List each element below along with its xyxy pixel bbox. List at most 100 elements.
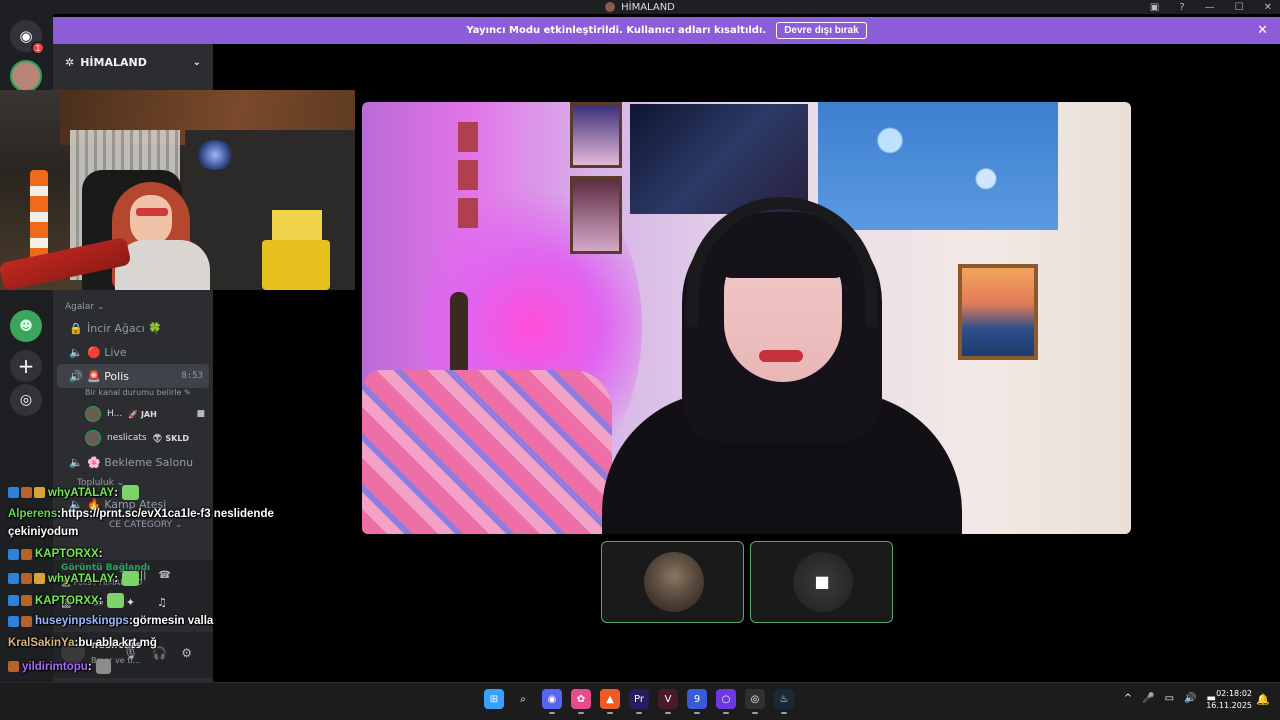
category-agalar[interactable]: Agalar ⌄ (53, 298, 213, 316)
explore-button[interactable]: ◎ (10, 384, 42, 416)
channel-label: 🚨 Polis (87, 369, 130, 383)
microphone-tray-icon[interactable]: 🎤 (1142, 693, 1154, 704)
camera-icon: ■ (196, 409, 205, 419)
app-blue-icon: 9 (693, 693, 701, 705)
channel-bekleme-salonu[interactable]: 🔈 🌸 Bekleme Salonu (57, 450, 209, 474)
taskbar-apps: ⊞ ⌕ ◉ ✿ ▲ Pr V 9 ○ ◎ ♨ (484, 689, 794, 714)
clock[interactable]: 02:18:02 16.11.2025 (1206, 688, 1252, 712)
chat-badges (8, 615, 32, 627)
voice-member[interactable]: neslicats 👽 SKLD (53, 426, 213, 450)
main-video-feed[interactable] (362, 102, 1131, 534)
windows-taskbar: ⊞ ⌕ ◉ ✿ ▲ Pr V 9 ○ ◎ ♨ ^ 🎤 ▭ 🔊 ▬ 02:18:02 16.11.20… (0, 682, 1280, 720)
close-banner-icon[interactable]: ✕ (1257, 23, 1268, 38)
start-button[interactable]: ⊞ (484, 689, 504, 709)
obs-like-app-icon: V (664, 693, 672, 705)
server-icon-green[interactable]: ☻ (10, 310, 42, 342)
tray-overflow-icon[interactable]: ^ (1124, 693, 1132, 704)
help-icon[interactable]: ? (1179, 2, 1184, 13)
channel-status-setter[interactable]: Bir kanal durumu belirle ✎ (53, 388, 213, 402)
system-tray: ^ 🎤 ▭ 🔊 ▬ (1124, 693, 1216, 704)
streamer-mode-banner: Yayıncı Modu etkinleştirildi. Kullanıcı … (53, 17, 1280, 44)
photos-app[interactable]: ✿ (571, 689, 591, 714)
chat-username[interactable]: huseyinpskingps (35, 615, 129, 627)
notification-bell-icon[interactable]: 🔔 (1256, 693, 1270, 706)
chat-username[interactable]: KAPTORXX (35, 548, 99, 560)
emote-icon (122, 485, 140, 500)
chat-message: huseyinpskingps : görmesin valla (8, 615, 213, 627)
channel-live[interactable]: 🔈 🔴 Live (57, 340, 209, 364)
chat-text: çekiniyodum (8, 526, 79, 538)
inbox-icon[interactable]: ▣ (1150, 2, 1159, 13)
disable-streamer-mode-button[interactable]: Devre dışı bırak (776, 22, 867, 39)
channel-polis[interactable]: 🔊 🚨 Polis 8:53 (57, 364, 209, 388)
chat-message: whyATALAY : (8, 571, 140, 586)
channel-incir-agaci[interactable]: 🔒 İncir Ağacı 🍀 (57, 316, 209, 340)
discord-app[interactable]: ◉ (542, 689, 562, 714)
obs-like-app[interactable]: V (658, 689, 678, 714)
chat-username[interactable]: KAPTORXX (35, 595, 99, 607)
maximize-button[interactable]: ☐ (1235, 2, 1244, 13)
call-duration: 8:53 (181, 371, 203, 381)
channel-label: 🌸 Bekleme Salonu (87, 455, 194, 469)
channel-label: İncir Ağacı 🍀 (87, 321, 162, 335)
steam-app-icon: ♨ (779, 693, 789, 705)
emote-icon (122, 571, 140, 586)
chat-message: çekiniyodum (8, 526, 78, 538)
network-icon[interactable]: ▭ (1165, 693, 1174, 704)
home-button[interactable]: ◉ 1 (10, 20, 45, 55)
ghost-icon: ☻ (19, 318, 33, 334)
speaker-icon: 🔈 (69, 345, 83, 359)
minimize-button[interactable]: — (1205, 2, 1215, 13)
voice-member[interactable]: H... 🚀 JAH ■ (53, 402, 213, 426)
chat-username[interactable]: whyATALAY (48, 573, 114, 585)
gift-badge-icon (21, 595, 32, 606)
app-circle[interactable]: ○ (716, 689, 736, 714)
chat-message: KAPTORXX : (8, 548, 103, 560)
compass-icon: ◎ (19, 392, 33, 408)
crown-badge-icon (34, 487, 45, 498)
avatar (644, 552, 704, 612)
add-server-button[interactable]: + (10, 350, 42, 382)
gift-badge-icon (8, 661, 19, 672)
notification-badge: 1 (31, 41, 45, 55)
prime-badge-icon (8, 548, 19, 560)
chat-separator: : (87, 660, 92, 673)
participant-tile[interactable] (601, 541, 744, 623)
gift-badge-icon (21, 548, 32, 560)
close-window-button[interactable]: ✕ (1264, 2, 1272, 13)
chat-username[interactable]: Alperens (8, 508, 57, 520)
chat-text: bu abla krt mğ (78, 637, 157, 649)
avatar (85, 406, 101, 422)
chat-username[interactable]: KralSakinYa (8, 637, 74, 649)
obs-app[interactable]: ◎ (745, 689, 765, 714)
brave-app[interactable]: ▲ (600, 689, 620, 714)
avatar (85, 430, 101, 446)
channel-label: 🔴 Live (87, 345, 127, 359)
gift-badge-icon (21, 487, 32, 498)
premiere-app[interactable]: Pr (629, 689, 649, 714)
search-button[interactable]: ⌕ (513, 689, 533, 709)
prime-badge-icon (8, 615, 19, 627)
chat-message: yildirimtopu : (8, 659, 111, 674)
member-tag: 🚀 JAH (128, 409, 157, 419)
chat-username[interactable]: yildirimtopu (22, 661, 88, 673)
member-name: H... (107, 409, 123, 419)
chat-username[interactable]: whyATALAY (48, 487, 114, 499)
banner-message: Yayıncı Modu etkinleştirildi. Kullanıcı … (466, 25, 767, 36)
chat-text: https://prnt.sc/evX1ca1le-f3 neslidende (61, 508, 274, 520)
chat-badges (8, 487, 45, 498)
participant-tile[interactable]: ■ (750, 541, 893, 623)
search-button-icon: ⌕ (520, 693, 526, 705)
server-header[interactable]: ✲ HİMALAND ⌄ (53, 44, 213, 80)
chat-badges (8, 548, 32, 560)
app-blue[interactable]: 9 (687, 689, 707, 714)
emote-icon (95, 659, 111, 674)
app-circle-icon: ○ (721, 693, 731, 705)
chat-separator: : (114, 486, 119, 499)
server-icon-himaland[interactable] (10, 60, 42, 92)
discord-logo-icon: ◉ (19, 27, 33, 45)
volume-icon[interactable]: 🔊 (1184, 693, 1196, 704)
start-button-icon: ⊞ (489, 693, 499, 705)
chat-badges (8, 573, 45, 584)
steam-app[interactable]: ♨ (774, 689, 794, 714)
